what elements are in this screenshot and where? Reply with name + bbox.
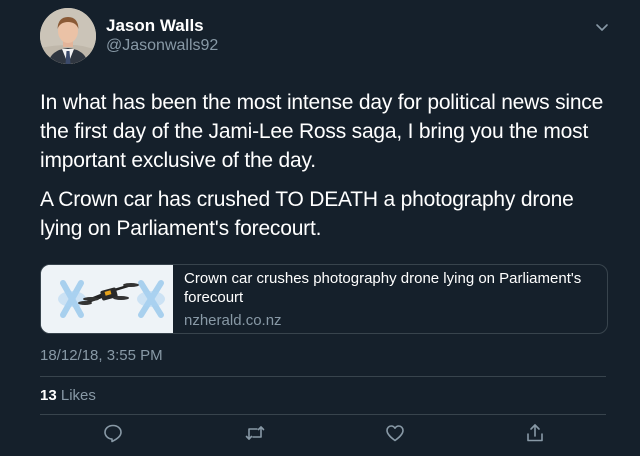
avatar[interactable] xyxy=(40,8,96,64)
user-handle[interactable]: @Jasonwalls92 xyxy=(106,36,218,56)
likes-count[interactable]: 13 Likes xyxy=(40,386,96,406)
share-icon[interactable] xyxy=(524,422,546,444)
chevron-down-icon[interactable] xyxy=(592,20,612,36)
tweet-text: In what has been the most intense day fo… xyxy=(40,88,615,243)
divider xyxy=(40,376,606,377)
display-name[interactable]: Jason Walls xyxy=(106,16,204,36)
tweet-paragraph: In what has been the most intense day fo… xyxy=(40,91,604,172)
divider xyxy=(40,414,606,415)
link-preview-title: Crown car crushes photography drone lyin… xyxy=(184,270,582,306)
likes-number: 13 xyxy=(40,387,57,404)
tweet-timestamp[interactable]: 18/12/18, 3:55 PM xyxy=(40,346,163,366)
reply-icon[interactable] xyxy=(102,422,124,444)
link-preview-card[interactable]: Crown car crushes photography drone lyin… xyxy=(40,264,608,334)
avatar-image xyxy=(40,8,96,64)
link-preview-domain: nzherald.co.nz xyxy=(184,312,282,329)
retweet-icon[interactable] xyxy=(244,422,266,444)
like-icon[interactable] xyxy=(384,422,406,444)
likes-label: Likes xyxy=(60,387,96,404)
link-preview-thumbnail xyxy=(41,265,173,333)
tweet-paragraph: A Crown car has crushed TO DEATH a photo… xyxy=(40,188,574,240)
